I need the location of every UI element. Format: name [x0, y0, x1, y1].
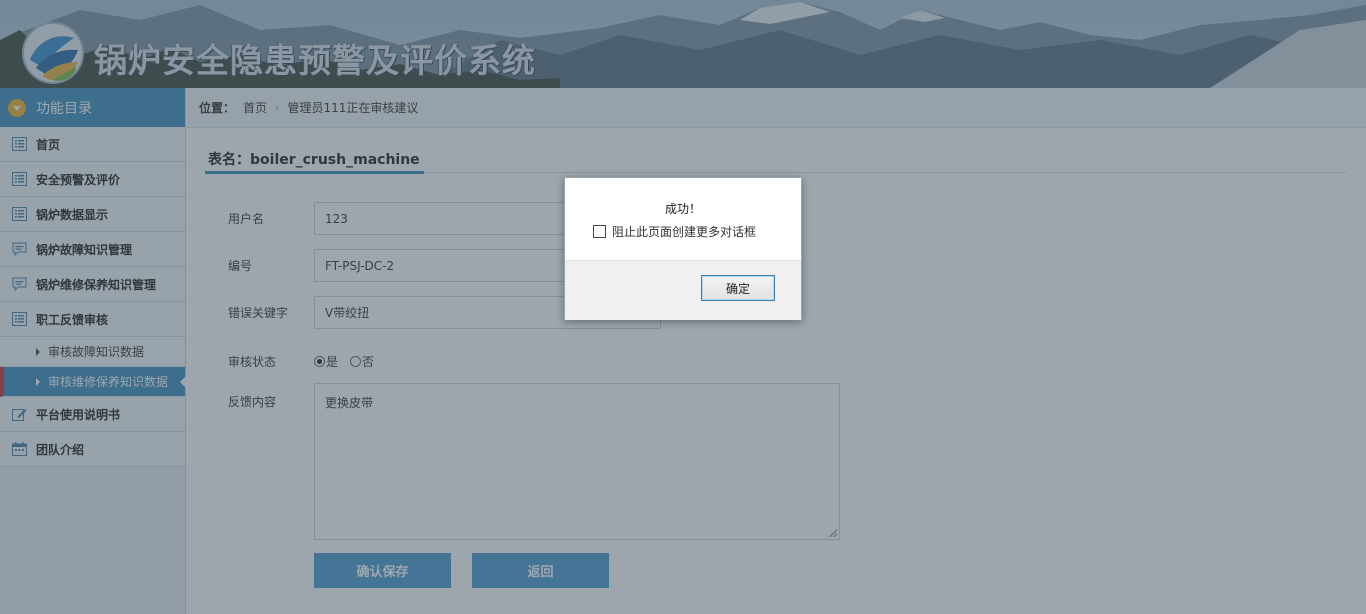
alert-body: 成功！ 阻止此页面创建更多对话框: [565, 178, 801, 261]
prevent-dialogs-checkbox[interactable]: [593, 225, 606, 238]
prevent-dialogs-option[interactable]: 阻止此页面创建更多对话框: [593, 223, 801, 240]
alert-message: 成功！: [664, 202, 701, 216]
prevent-dialogs-label: 阻止此页面创建更多对话框: [612, 225, 757, 239]
alert-dialog: 成功！ 阻止此页面创建更多对话框 确定: [564, 177, 802, 320]
ok-button[interactable]: 确定: [701, 275, 775, 301]
alert-footer: 确定: [565, 261, 801, 320]
